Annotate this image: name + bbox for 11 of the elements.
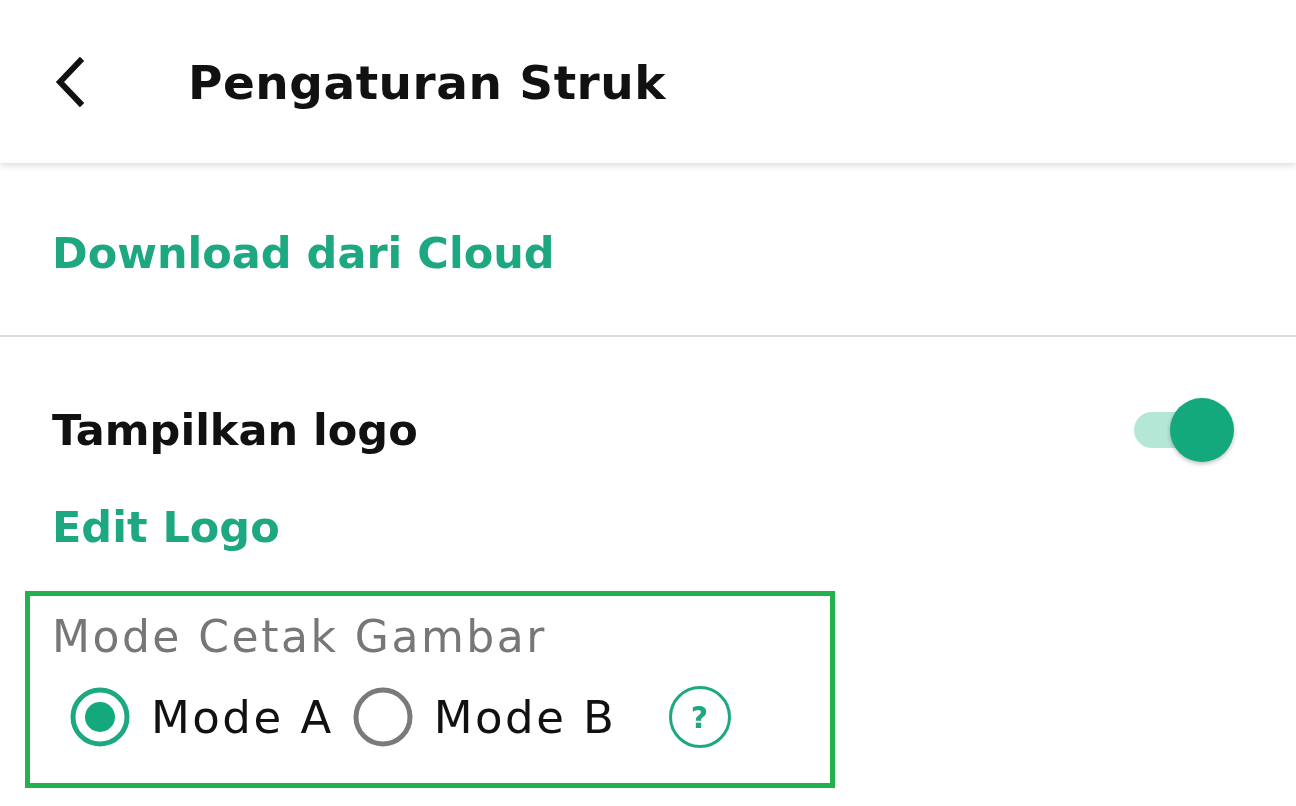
edit-logo-link[interactable]: Edit Logo [52, 502, 280, 552]
radio-label[interactable]: Mode A [151, 690, 334, 744]
page-title: Pengaturan Struk [188, 55, 666, 110]
toggle-switch[interactable] [1132, 397, 1236, 463]
section-label: Mode Cetak Gambar [52, 612, 547, 662]
radio-button[interactable] [351, 686, 414, 748]
radio-label[interactable]: Mode B [433, 690, 617, 744]
help-button[interactable]: ? [668, 686, 731, 748]
download-link[interactable]: Download dari Cloud [52, 228, 555, 278]
setting-label: Tampilkan logo [52, 405, 418, 455]
radio-button[interactable] [69, 686, 131, 748]
